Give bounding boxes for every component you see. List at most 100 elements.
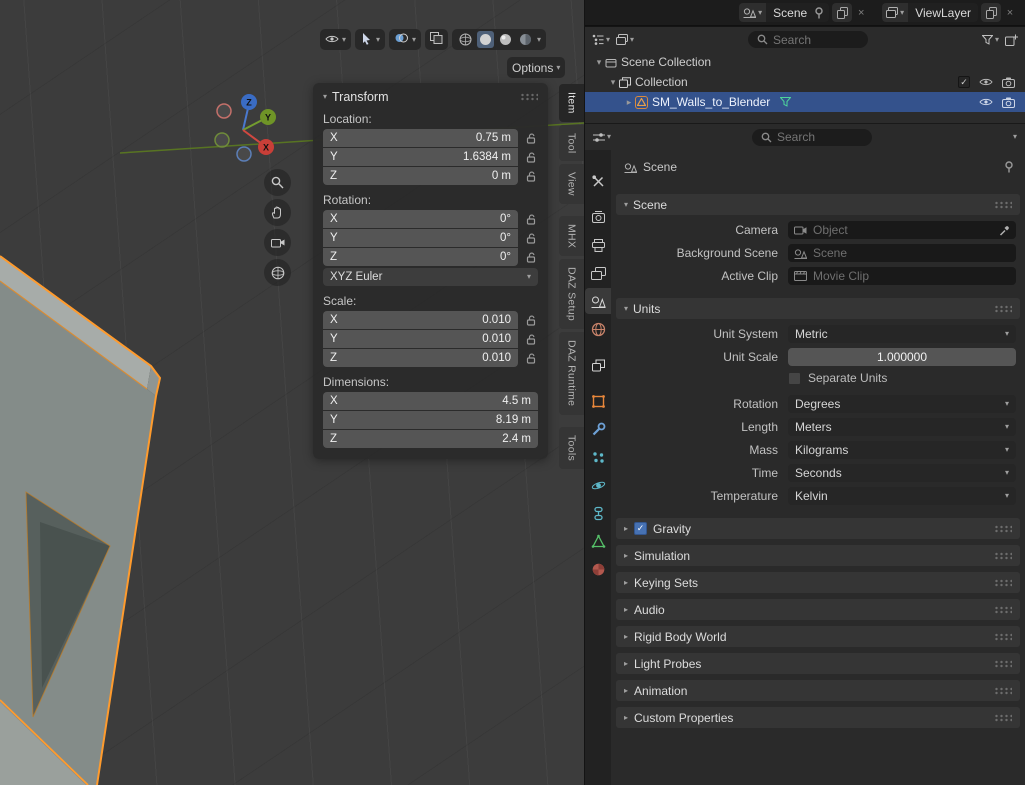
browse-scene-button[interactable]: ▾ [739,3,766,22]
unit-system-dropdown[interactable]: Metric ▾ [788,325,1016,343]
dimensions-x-field[interactable]: X4.5 m [323,392,538,410]
panel-drag-grip[interactable] [994,525,1012,533]
properties-tab-tool[interactable] [585,168,611,194]
xray-toggle[interactable] [425,29,448,50]
expand-chevron-icon[interactable]: ▸ [623,97,635,108]
viewlayer-name[interactable]: ViewLayer [908,6,978,20]
scene-panel-header[interactable]: ▾ Scene [616,194,1020,215]
scene-name[interactable]: Scene [766,6,814,20]
rigid-body-world-panel-header[interactable]: ▸ Rigid Body World [616,626,1020,647]
sidebar-tab-daz-setup[interactable]: DAZ Setup [559,259,584,329]
shading-solid-button[interactable] [477,31,494,48]
sidebar-tab-view[interactable]: View [559,164,584,204]
object-type-visibility-dropdown[interactable]: ▾ [320,29,351,50]
units-panel-header[interactable]: ▾ Units [616,298,1020,319]
pin-icon[interactable] [1004,161,1014,173]
sidebar-tab-tools[interactable]: Tools [559,427,584,469]
rotation-z-field[interactable]: Z0° [323,248,518,266]
outliner-row-collection[interactable]: ▾ Collection ✓ [585,72,1025,92]
properties-tab-physics[interactable] [585,472,611,498]
panel-drag-grip[interactable] [994,660,1012,668]
lock-icon[interactable] [524,233,538,244]
outliner-search-input[interactable]: Search [748,31,868,48]
projection-toggle-button[interactable] [264,259,291,286]
disable-render-camera-icon[interactable] [997,77,1019,88]
gravity-panel-header[interactable]: ▸ ✓ Gravity [616,518,1020,539]
light-probes-panel-header[interactable]: ▸ Light Probes [616,653,1020,674]
browse-viewlayer-button[interactable]: ▾ [882,3,908,22]
outliner-editor-type-button[interactable]: ▾ [592,34,610,45]
panel-drag-grip[interactable] [520,93,538,101]
properties-tab-material[interactable] [585,556,611,582]
properties-tab-particles[interactable] [585,444,611,470]
keying-sets-panel-header[interactable]: ▸ Keying Sets [616,572,1020,593]
pin-icon[interactable] [814,7,829,19]
unit-scale-field[interactable]: 1.000000 [788,348,1016,366]
separate-units-checkbox[interactable] [788,372,801,385]
new-viewlayer-button[interactable] [981,3,1001,22]
rotation-unit-dropdown[interactable]: Degrees▾ [788,395,1016,413]
delete-scene-button[interactable]: × [854,7,868,19]
hide-eye-icon[interactable] [975,77,997,87]
properties-editor-type-button[interactable]: ▾ [593,132,611,143]
properties-tab-render[interactable] [585,204,611,230]
3d-viewport[interactable]: ▾ ▾ ▾ ▾ Options ▾ [0,0,584,785]
outliner-row-sm-walls[interactable]: ▸ SM_Walls_to_Blender [585,92,1025,112]
lock-icon[interactable] [524,133,538,144]
shading-wireframe-button[interactable] [457,31,474,48]
expand-chevron-icon[interactable]: ▾ [593,57,605,68]
panel-drag-grip[interactable] [994,714,1012,722]
scale-x-field[interactable]: X0.010 [323,311,518,329]
panel-drag-grip[interactable] [994,687,1012,695]
temperature-unit-dropdown[interactable]: Kelvin▾ [788,487,1016,505]
panel-drag-grip[interactable] [994,606,1012,614]
custom-properties-panel-header[interactable]: ▸ Custom Properties [616,707,1020,728]
properties-tab-constraints[interactable] [585,500,611,526]
expand-chevron-icon[interactable]: ▾ [607,77,619,88]
lock-icon[interactable] [524,252,538,263]
new-scene-button[interactable] [832,3,852,22]
time-unit-dropdown[interactable]: Seconds▾ [788,464,1016,482]
lock-icon[interactable] [524,214,538,225]
lock-icon[interactable] [524,353,538,364]
show-gizmo-dropdown[interactable]: ▾ [355,29,385,50]
audio-panel-header[interactable]: ▸ Audio [616,599,1020,620]
properties-tab-object-data[interactable] [585,528,611,554]
disable-render-camera-icon[interactable] [997,97,1019,108]
sidebar-tab-daz-runtime[interactable]: DAZ Runtime [559,332,584,414]
pan-hand-button[interactable] [264,199,291,226]
panel-drag-grip[interactable] [994,201,1012,209]
outliner-row-scene-collection[interactable]: ▾ Scene Collection [585,52,1025,72]
lock-icon[interactable] [524,315,538,326]
panel-drag-grip[interactable] [994,305,1012,313]
properties-search-input[interactable]: Search [752,129,872,146]
outliner-display-mode-button[interactable]: ▾ [616,34,634,45]
active-clip-field[interactable]: Movie Clip [788,267,1016,285]
lock-icon[interactable] [524,334,538,345]
exclude-checkbox[interactable]: ✓ [958,76,970,88]
properties-options-chevron[interactable]: ▾ [1013,133,1017,141]
zoom-button[interactable] [264,169,291,196]
camera-view-button[interactable] [264,229,291,256]
overlays-dropdown[interactable]: ▾ [389,29,421,50]
rotation-mode-dropdown[interactable]: XYZ Euler ▾ [323,268,538,286]
axis-neg-y-ball[interactable] [215,133,229,147]
shading-material-button[interactable] [497,31,514,48]
gravity-checkbox[interactable]: ✓ [634,522,647,535]
transform-panel-header[interactable]: ▾ Transform [323,90,538,104]
properties-tab-modifiers[interactable] [585,416,611,442]
scale-z-field[interactable]: Z0.010 [323,349,518,367]
rotation-y-field[interactable]: Y0° [323,229,518,247]
new-collection-button[interactable] [1005,34,1018,46]
properties-tab-output[interactable] [585,232,611,258]
scale-y-field[interactable]: Y0.010 [323,330,518,348]
shading-rendered-button[interactable] [517,31,534,48]
sidebar-tab-mhx[interactable]: MHX [559,216,584,256]
camera-object-field[interactable]: Object [788,221,1016,239]
location-z-field[interactable]: Z0 m [323,167,518,185]
selected-mesh-object[interactable] [0,256,160,785]
axis-neg-z-ball[interactable] [237,147,251,161]
sidebar-tab-tool[interactable]: Tool [559,125,584,161]
properties-tab-scene[interactable] [585,288,611,314]
lock-icon[interactable] [524,171,538,182]
